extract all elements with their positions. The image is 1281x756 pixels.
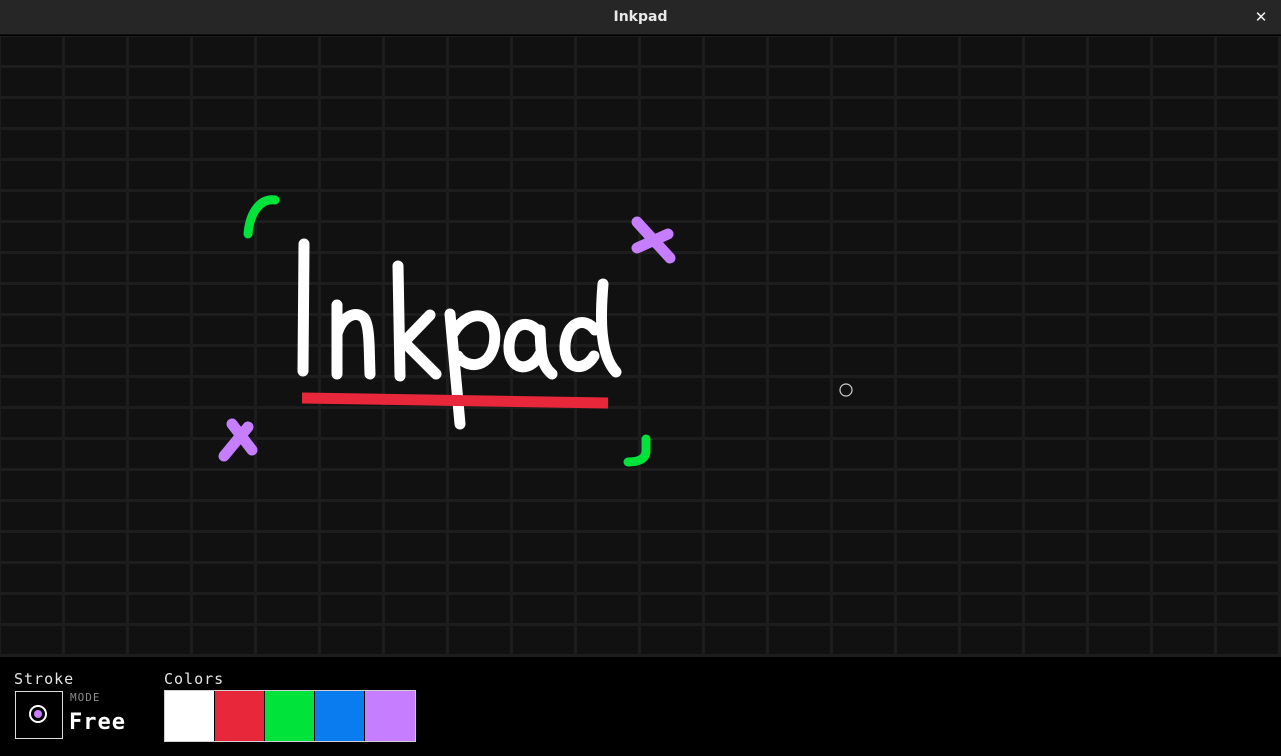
color-swatch-purple[interactable]: [365, 691, 415, 741]
drawing-canvas[interactable]: [0, 36, 1281, 657]
green-bracket-top-left: [243, 195, 280, 239]
color-palette: [164, 690, 416, 742]
purple-x-top-right: [631, 216, 676, 264]
mode-value: Free: [69, 710, 126, 735]
colors-section-label: Colors: [164, 670, 225, 688]
window-titlebar: Inkpad ✕: [0, 0, 1281, 35]
brush-cursor-icon: [839, 383, 853, 397]
canvas-strokes: [218, 195, 853, 467]
stroke-mode-icon: [29, 705, 47, 723]
color-swatch-white[interactable]: [165, 691, 215, 741]
red-underline: [301, 392, 609, 409]
color-swatch-blue[interactable]: [315, 691, 365, 741]
purple-x-bottom-left: [218, 418, 258, 462]
window-title: Inkpad: [613, 9, 668, 25]
close-button[interactable]: ✕: [1251, 7, 1271, 27]
stroke-color-dot: [34, 710, 42, 718]
stroke-mode-button[interactable]: [15, 691, 63, 739]
color-swatch-green[interactable]: [265, 691, 315, 741]
mode-caption: MODE: [70, 691, 101, 704]
stroke-section-label: Stroke: [14, 670, 75, 688]
color-swatch-red[interactable]: [215, 691, 265, 741]
green-bracket-bottom-right: [623, 434, 651, 467]
